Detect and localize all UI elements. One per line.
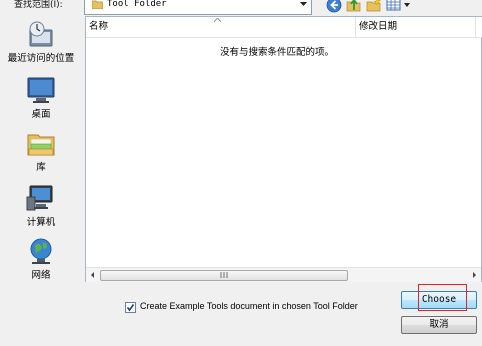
list-header: 名称 修改日期 (86, 17, 482, 38)
place-label: 桌面 (31, 109, 51, 120)
column-header-name[interactable]: 名称 (89, 17, 354, 37)
place-recent[interactable]: 最近访问的位置 (0, 20, 82, 64)
grip-icon (220, 272, 228, 278)
views-menu-button[interactable] (386, 0, 414, 15)
look-in-combo[interactable]: Tool Folder (84, 0, 312, 15)
libraries-icon (27, 134, 55, 156)
recent-places-icon (29, 21, 53, 47)
computer-icon (26, 185, 53, 211)
places-bar: 最近访问的位置 桌面 库 计算机 网络 (0, 16, 82, 346)
look-in-path: Tool Folder (107, 0, 167, 9)
look-in-dropdown-button[interactable] (297, 0, 311, 14)
example-tools-checkbox[interactable] (125, 302, 136, 313)
example-tools-label: Create Example Tools document in chosen … (140, 301, 358, 311)
file-list[interactable]: 名称 修改日期 没有与搜索条件匹配的项。 (85, 16, 482, 282)
place-computer[interactable]: 计算机 (0, 184, 82, 228)
new-folder-button[interactable] (366, 0, 382, 15)
place-label: 网络 (31, 270, 51, 281)
new-folder-icon (366, 0, 381, 12)
scroll-right-button[interactable] (467, 268, 481, 282)
place-desktop[interactable]: 桌面 (0, 76, 82, 120)
place-label: 库 (36, 162, 46, 173)
column-header-more[interactable] (475, 17, 482, 37)
look-in-label: 查找范围(I): (14, 0, 63, 10)
folder-icon (92, 0, 103, 9)
column-header-date[interactable]: 修改日期 (355, 17, 477, 37)
scroll-left-button[interactable] (86, 268, 100, 282)
chevron-down-icon (300, 2, 307, 6)
place-label: 最近访问的位置 (7, 53, 75, 64)
cancel-button[interactable]: 取消 (401, 316, 477, 334)
back-arrow-icon (326, 0, 342, 13)
desktop-icon (27, 77, 55, 103)
place-libraries[interactable]: 库 (0, 129, 82, 173)
up-folder-icon (346, 0, 361, 12)
place-network[interactable]: 网络 (0, 237, 82, 281)
place-label: 计算机 (26, 217, 56, 228)
up-folder-button[interactable] (346, 0, 362, 15)
checkmark-icon (126, 304, 135, 312)
network-icon (30, 238, 52, 264)
horizontal-scrollbar[interactable] (86, 267, 481, 282)
empty-list-message: 没有与搜索条件匹配的项。 (220, 47, 335, 58)
sort-up-icon (214, 18, 221, 22)
scroll-thumb[interactable] (100, 270, 348, 281)
back-button[interactable] (326, 0, 342, 15)
view-grid-icon (386, 0, 410, 11)
scroll-left-icon (91, 272, 94, 278)
choose-button[interactable]: Choose (401, 291, 477, 309)
scroll-right-icon (473, 272, 476, 278)
